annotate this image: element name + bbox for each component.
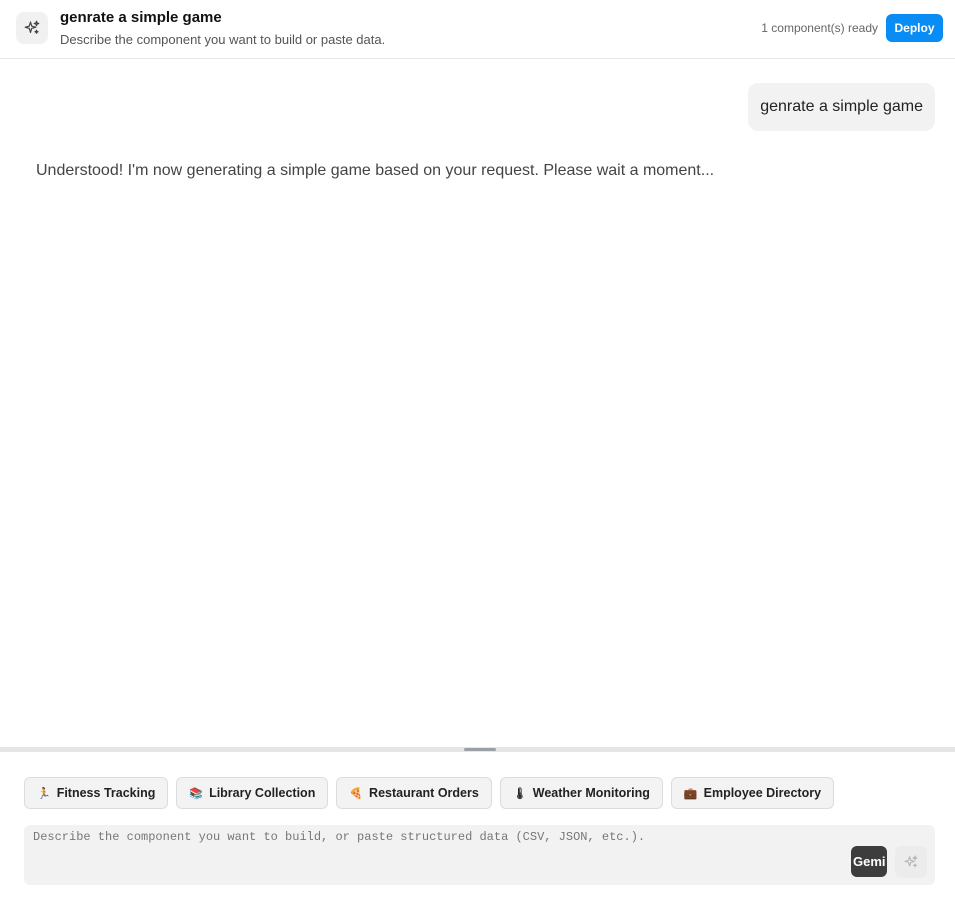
suggestion-chip-employee-directory[interactable]: 💼 Employee Directory [670,777,835,809]
sparkles-icon [904,855,918,868]
suggestion-label: Employee Directory [703,786,822,800]
resize-handle[interactable] [464,748,496,751]
pizza-icon: 🍕 [349,787,364,800]
suggestion-label: Weather Monitoring [532,786,650,800]
page-title: genrate a simple game [60,9,222,26]
suggestion-label: Fitness Tracking [56,786,156,800]
user-message: genrate a simple game [748,83,935,131]
books-icon: 📚 [189,787,204,800]
suggestion-chip-library-collection[interactable]: 📚 Library Collection [176,777,329,809]
briefcase-icon: 💼 [683,787,698,800]
generate-button[interactable] [895,846,927,878]
prompt-container: Gemi [24,825,935,885]
input-panel: 🏃 Fitness Tracking 📚 Library Collection … [0,752,955,906]
component-status: 1 component(s) ready [761,21,878,35]
suggestion-chip-weather-monitoring[interactable]: 🌡 Weather Monitoring [499,777,663,809]
suggestion-chip-fitness-tracking[interactable]: 🏃 Fitness Tracking [24,777,169,809]
prompt-input[interactable] [24,825,824,885]
chat-area: genrate a simple game Understood! I'm no… [0,60,955,748]
suggestion-chip-restaurant-orders[interactable]: 🍕 Restaurant Orders [336,777,492,809]
runner-icon: 🏃 [37,787,51,800]
model-selector-button[interactable]: Gemi [851,846,887,877]
suggestion-chips: 🏃 Fitness Tracking 📚 Library Collection … [24,777,835,809]
assistant-message: Understood! I'm now generating a simple … [36,162,715,179]
suggestion-label: Restaurant Orders [369,786,479,800]
suggestion-label: Library Collection [209,786,316,800]
header: genrate a simple game Describe the compo… [0,0,955,59]
deploy-button[interactable]: Deploy [886,14,943,42]
page-subtitle: Describe the component you want to build… [60,32,386,47]
sparkles-icon [16,12,48,44]
thermometer-icon: 🌡 [512,787,527,800]
app-window: genrate a simple game Describe the compo… [0,0,955,906]
